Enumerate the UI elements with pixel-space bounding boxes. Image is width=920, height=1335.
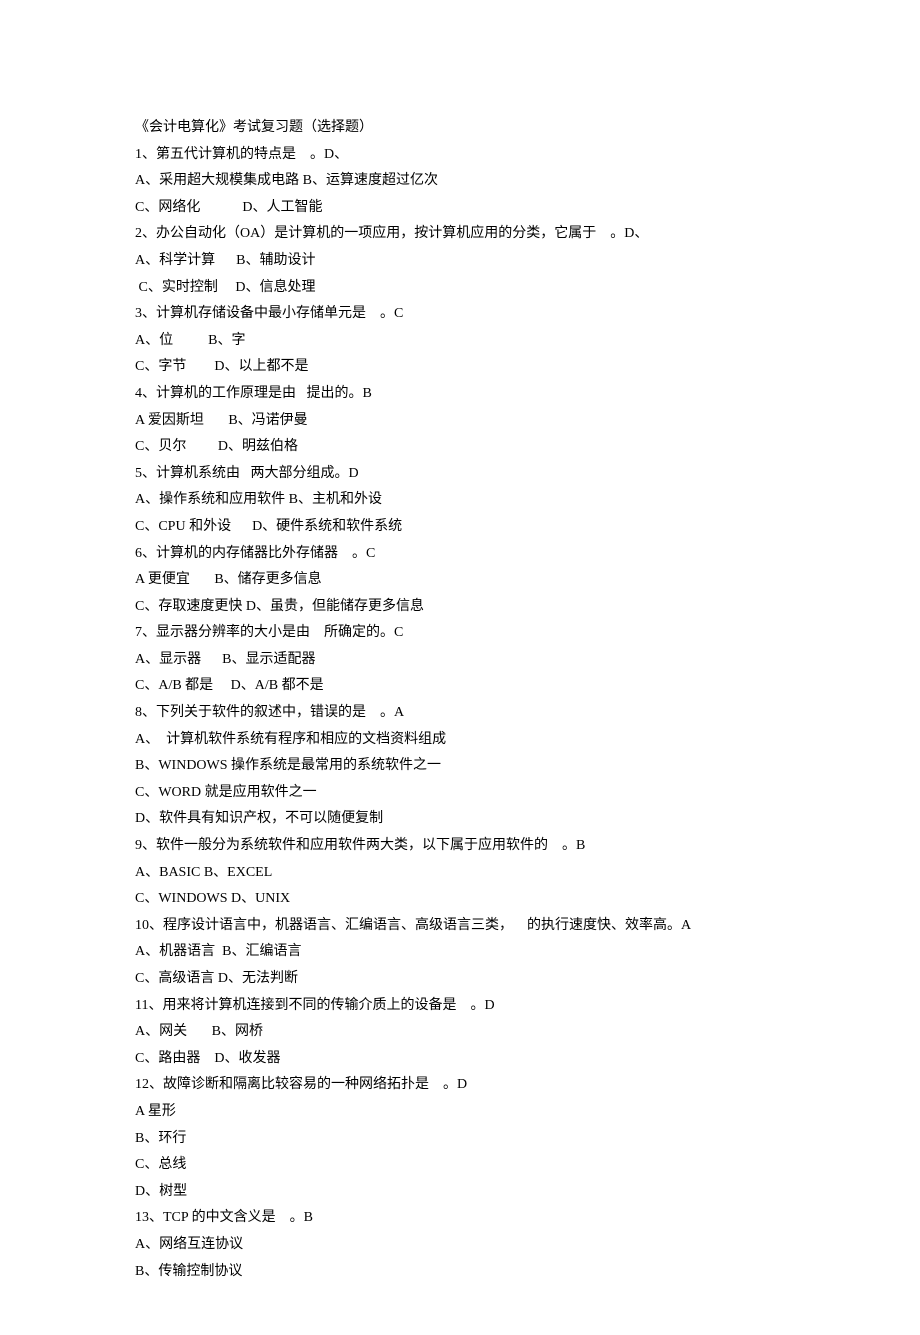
text-line: B、环行 xyxy=(135,1126,785,1153)
text-line: C、CPU 和外设 D、硬件系统和软件系统 xyxy=(135,514,785,541)
text-line: A、网络互连协议 xyxy=(135,1232,785,1259)
text-line: C、总线 xyxy=(135,1152,785,1179)
text-line: 《会计电算化》考试复习题（选择题） xyxy=(135,115,785,142)
document-content: 《会计电算化》考试复习题（选择题）1、第五代计算机的特点是 。D、A、采用超大规… xyxy=(135,115,785,1285)
text-line: 4、计算机的工作原理是由 提出的。B xyxy=(135,381,785,408)
text-line: C、存取速度更快 D、虽贵，但能储存更多信息 xyxy=(135,594,785,621)
text-line: 12、故障诊断和隔离比较容易的一种网络拓扑是 。D xyxy=(135,1072,785,1099)
text-line: D、树型 xyxy=(135,1179,785,1206)
text-line: A、采用超大规模集成电路 B、运算速度超过亿次 xyxy=(135,168,785,195)
text-line: 3、计算机存储设备中最小存储单元是 。C xyxy=(135,301,785,328)
text-line: A、操作系统和应用软件 B、主机和外设 xyxy=(135,487,785,514)
text-line: B、传输控制协议 xyxy=(135,1259,785,1286)
text-line: A、BASIC B、EXCEL xyxy=(135,860,785,887)
text-line: A、位 B、字 xyxy=(135,328,785,355)
text-line: C、实时控制 D、信息处理 xyxy=(135,275,785,302)
text-line: A 爱因斯坦 B、冯诺伊曼 xyxy=(135,408,785,435)
text-line: C、网络化 D、人工智能 xyxy=(135,195,785,222)
text-line: C、贝尔 D、明兹伯格 xyxy=(135,434,785,461)
text-line: C、高级语言 D、无法判断 xyxy=(135,966,785,993)
text-line: 2、办公自动化（OA）是计算机的一项应用，按计算机应用的分类，它属于 。D、 xyxy=(135,221,785,248)
text-line: 7、显示器分辨率的大小是由 所确定的。C xyxy=(135,620,785,647)
text-line: A、显示器 B、显示适配器 xyxy=(135,647,785,674)
text-line: A、 计算机软件系统有程序和相应的文档资料组成 xyxy=(135,727,785,754)
text-line: B、WINDOWS 操作系统是最常用的系统软件之一 xyxy=(135,753,785,780)
text-line: A、科学计算 B、辅助设计 xyxy=(135,248,785,275)
text-line: A、网关 B、网桥 xyxy=(135,1019,785,1046)
text-line: D、软件具有知识产权，不可以随便复制 xyxy=(135,806,785,833)
text-line: C、路由器 D、收发器 xyxy=(135,1046,785,1073)
text-line: 9、软件一般分为系统软件和应用软件两大类，以下属于应用软件的 。B xyxy=(135,833,785,860)
text-line: 13、TCP 的中文含义是 。B xyxy=(135,1205,785,1232)
text-line: A 星形 xyxy=(135,1099,785,1126)
text-line: 5、计算机系统由 两大部分组成。D xyxy=(135,461,785,488)
text-line: C、字节 D、以上都不是 xyxy=(135,354,785,381)
text-line: C、WINDOWS D、UNIX xyxy=(135,886,785,913)
text-line: 11、用来将计算机连接到不同的传输介质上的设备是 。D xyxy=(135,993,785,1020)
text-line: 6、计算机的内存储器比外存储器 。C xyxy=(135,541,785,568)
text-line: A、机器语言 B、汇编语言 xyxy=(135,939,785,966)
text-line: C、WORD 就是应用软件之一 xyxy=(135,780,785,807)
text-line: 1、第五代计算机的特点是 。D、 xyxy=(135,142,785,169)
text-line: 8、下列关于软件的叙述中，错误的是 。A xyxy=(135,700,785,727)
text-line: A 更便宜 B、储存更多信息 xyxy=(135,567,785,594)
text-line: C、A/B 都是 D、A/B 都不是 xyxy=(135,673,785,700)
text-line: 10、程序设计语言中，机器语言、汇编语言、高级语言三类， 的执行速度快、效率高。… xyxy=(135,913,785,940)
